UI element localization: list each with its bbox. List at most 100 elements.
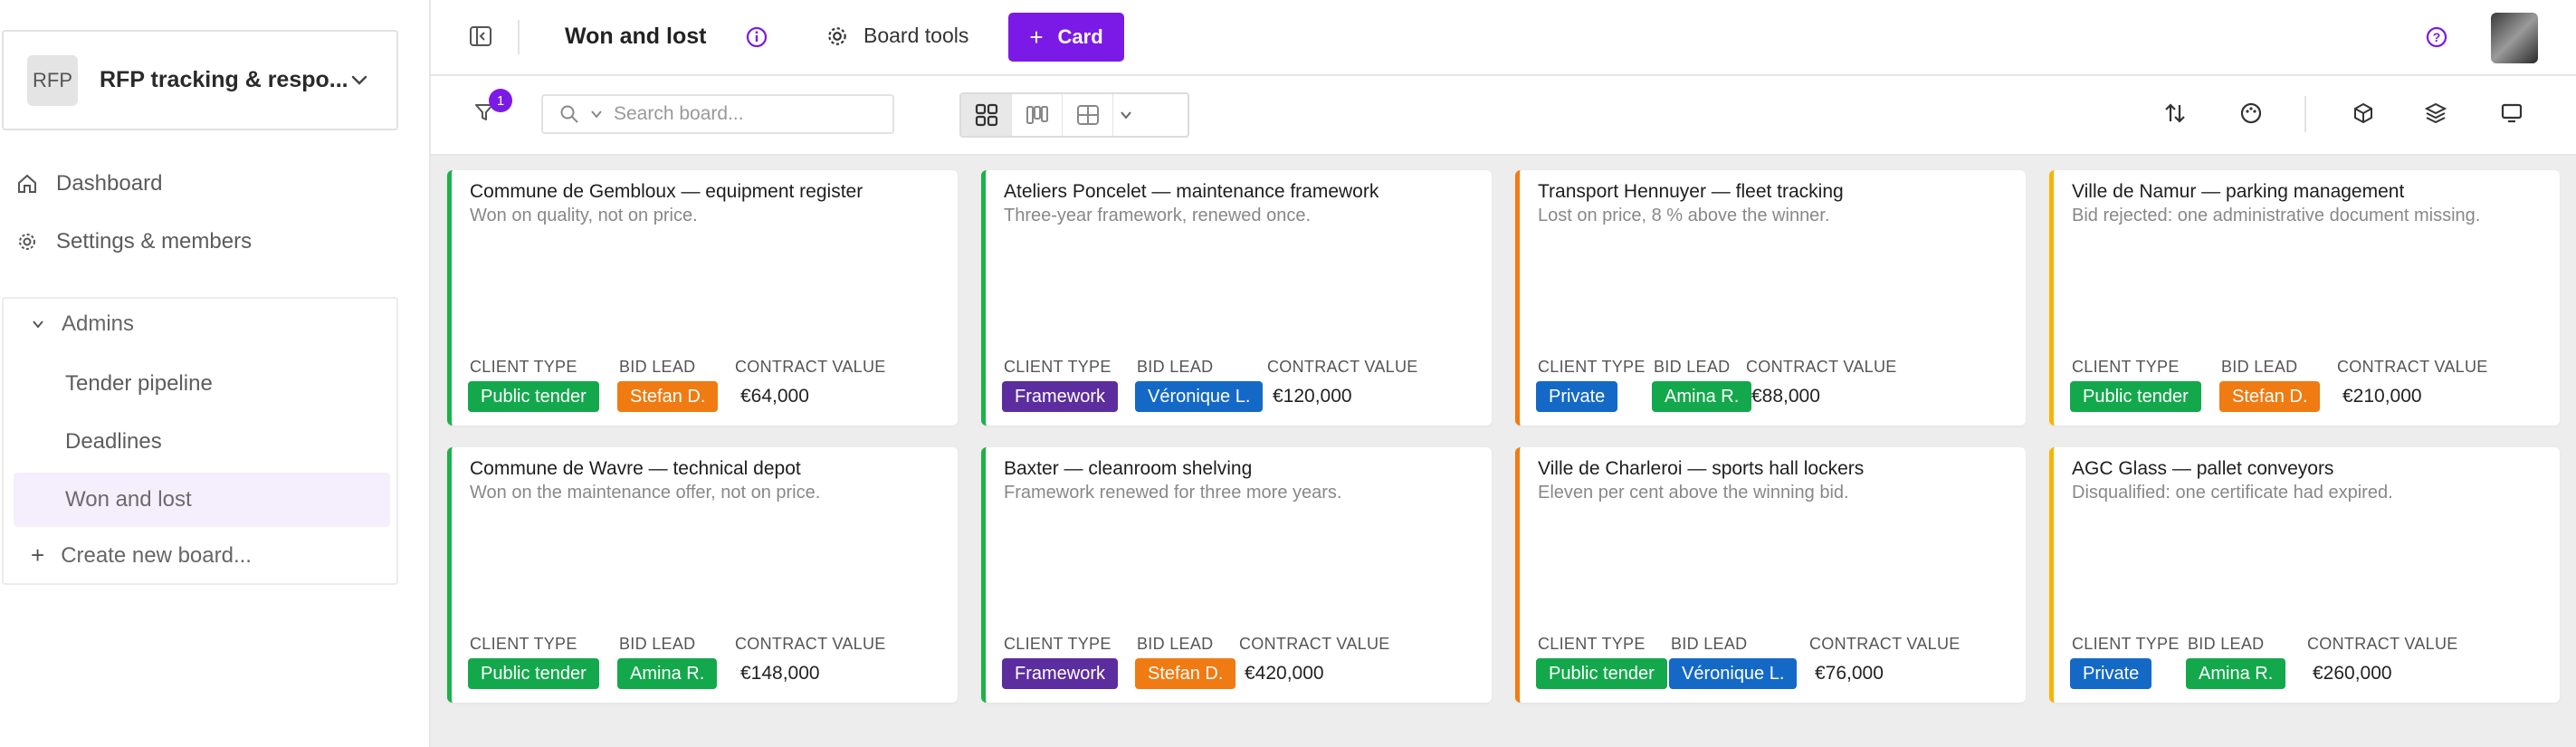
plus-icon: + (1029, 23, 1044, 51)
bid-lead-tag: Véronique L. (1135, 381, 1264, 412)
group-header[interactable]: Admins (31, 311, 134, 337)
client-type-label: CLIENT TYPE (1538, 358, 1646, 376)
contract-value: €260,000 (2313, 663, 2392, 684)
client-type-tag: Private (2070, 658, 2152, 689)
client-type-label: CLIENT TYPE (470, 358, 577, 376)
filter-count-badge: 1 (489, 89, 512, 112)
add-card-button[interactable]: + Card (1008, 13, 1124, 62)
board-card[interactable]: Transport Hennuyer — fleet tracking Lost… (1515, 170, 2026, 426)
contract-value-label: CONTRACT VALUE (1746, 358, 1897, 376)
sort-icon[interactable] (2163, 101, 2187, 125)
top-header: Won and lost Board tools + Card ? (431, 0, 2576, 76)
board-card[interactable]: Ville de Charleroi — sports hall lockers… (1515, 447, 2026, 703)
contract-value-label: CONTRACT VALUE (2307, 635, 2458, 653)
bid-lead-tag: Stefan D. (1135, 658, 1236, 689)
workspace-switcher[interactable]: RFP RFP tracking & respo... (2, 30, 398, 130)
contract-value: €210,000 (2342, 386, 2422, 407)
svg-text:?: ? (2433, 30, 2441, 44)
contract-value-label: CONTRACT VALUE (1267, 358, 1418, 376)
bid-lead-tag: Véronique L. (1669, 658, 1798, 689)
board-card[interactable]: Commune de Gembloux — equipment register… (447, 170, 958, 426)
client-type-tag: Private (1536, 381, 1618, 412)
sidebar: RFP RFP tracking & respo... Dashboard Se… (0, 0, 431, 747)
search-input[interactable]: Search board... (541, 94, 894, 134)
nav-settings-members[interactable]: Settings & members (16, 229, 252, 254)
contract-value: €420,000 (1245, 663, 1324, 684)
bid-lead-tag: Stefan D. (617, 381, 719, 412)
bid-lead-label: BID LEAD (2188, 635, 2265, 653)
client-type-tag: Public tender (468, 658, 599, 689)
contract-value-label: CONTRACT VALUE (735, 358, 886, 376)
avatar[interactable] (2491, 13, 2538, 63)
group-label: Admins (62, 311, 135, 336)
add-card-label: Card (1057, 25, 1103, 48)
monitor-icon[interactable] (2500, 101, 2524, 125)
help-icon[interactable]: ? (2426, 26, 2447, 48)
bid-lead-label: BID LEAD (619, 635, 696, 653)
gear-icon (828, 26, 846, 45)
card-description: Bid rejected: one administrative documen… (2072, 206, 2481, 225)
board-card[interactable]: Ville de Namur — parking management Bid … (2049, 170, 2560, 426)
grid-view-button[interactable] (961, 94, 1012, 136)
table-icon (1076, 105, 1099, 125)
chevron-down-icon (1121, 111, 1131, 120)
contract-value-label: CONTRACT VALUE (735, 635, 886, 653)
client-type-label: CLIENT TYPE (1004, 358, 1111, 376)
client-type-tag: Public tender (1536, 658, 1667, 689)
workspace-name: RFP tracking & respo... (100, 67, 348, 92)
client-type-tag: Public tender (2070, 381, 2201, 412)
create-board-label: Create new board... (61, 542, 252, 568)
board-item-label: Won and lost (65, 487, 192, 512)
client-type-label: CLIENT TYPE (1538, 635, 1646, 653)
contract-value-label: CONTRACT VALUE (2337, 358, 2488, 376)
board-item-won-and-lost[interactable]: Won and lost (14, 473, 390, 527)
board-tools-label: Board tools (863, 24, 969, 47)
palette-icon[interactable] (2239, 101, 2263, 125)
bid-lead-tag: Amina R. (2186, 658, 2286, 689)
kanban-view-button[interactable] (1012, 94, 1063, 136)
card-title: Ville de Charleroi — sports hall lockers (1538, 458, 1865, 479)
card-description: Won on the maintenance offer, not on pri… (470, 483, 821, 503)
card-title: Ville de Namur — parking management (2072, 181, 2405, 202)
gear-icon (19, 234, 35, 250)
grid-icon (975, 103, 997, 127)
contract-value-label: CONTRACT VALUE (1239, 635, 1390, 653)
cube-icon[interactable] (2352, 101, 2375, 125)
search-placeholder: Search board... (614, 103, 744, 124)
board-grid: Commune de Gembloux — equipment register… (431, 156, 2576, 747)
card-title: Commune de Wavre — technical depot (470, 458, 801, 479)
table-view-button[interactable] (1063, 94, 1113, 136)
card-title: Commune de Gembloux — equipment register (470, 181, 863, 202)
board-card[interactable]: AGC Glass — pallet conveyors Disqualifie… (2049, 447, 2560, 703)
more-views-button[interactable] (1113, 94, 1139, 136)
divider (518, 20, 520, 54)
layers-icon[interactable] (2424, 101, 2447, 125)
sidebar-toggle-icon[interactable] (469, 25, 492, 47)
board-title: Won and lost (565, 24, 707, 49)
board-tools-button[interactable]: Board tools (825, 24, 968, 48)
board-group-admins: Admins Tender pipeline Deadlines Won and… (2, 297, 398, 585)
card-description: Three-year framework, renewed once. (1004, 206, 1312, 225)
contract-value: €120,000 (1273, 386, 1352, 407)
board-item-tender-pipeline[interactable]: Tender pipeline (14, 357, 390, 411)
workspace-logo: RFP (27, 54, 78, 106)
contract-value: €76,000 (1815, 663, 1884, 684)
bid-lead-label: BID LEAD (2221, 358, 2298, 376)
nav-dashboard[interactable]: Dashboard (16, 171, 162, 196)
board-card[interactable]: Ateliers Poncelet — maintenance framewor… (981, 170, 1492, 426)
home-icon (18, 174, 36, 193)
contract-value: €88,000 (1751, 386, 1820, 407)
client-type-label: CLIENT TYPE (2072, 358, 2180, 376)
board-card[interactable]: Commune de Wavre — technical depot Won o… (447, 447, 958, 703)
nav-settings-label: Settings & members (56, 229, 253, 254)
contract-value-label: CONTRACT VALUE (1809, 635, 1961, 653)
board-card[interactable]: Baxter — cleanroom shelving Framework re… (981, 447, 1492, 703)
bid-lead-label: BID LEAD (1654, 358, 1731, 376)
client-type-label: CLIENT TYPE (2072, 635, 2180, 653)
create-board-button[interactable]: + Create new board... (31, 541, 252, 570)
divider (2304, 96, 2306, 132)
chevron-down-icon (33, 321, 43, 329)
card-title: Baxter — cleanroom shelving (1004, 458, 1253, 479)
info-icon[interactable] (746, 26, 768, 48)
board-item-deadlines[interactable]: Deadlines (14, 415, 390, 469)
